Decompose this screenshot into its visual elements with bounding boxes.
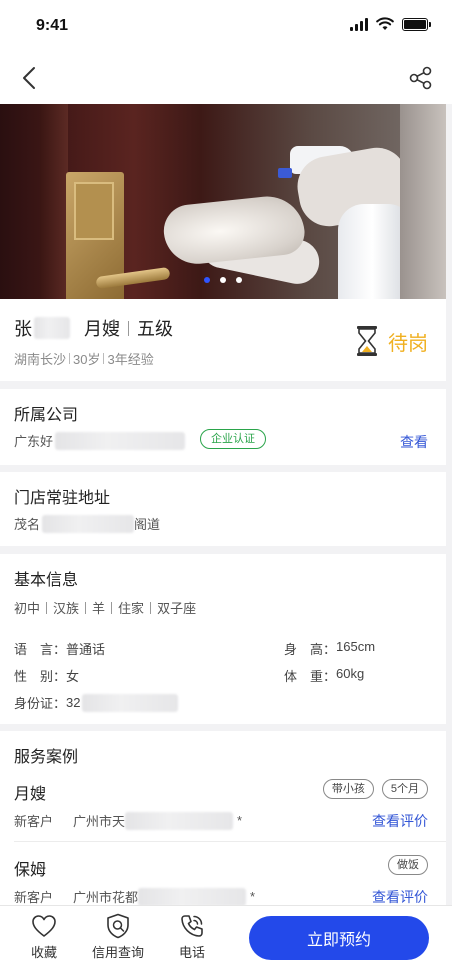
weight-label: 体 重： [284,669,337,684]
language-value: 普通话 [66,642,106,657]
separator [128,320,129,336]
address-prefix: 茂名 [14,517,41,532]
case-address-suffix: * [237,813,243,828]
status-bar: 9:41 [0,0,452,52]
tag-education: 初中 [14,601,41,616]
case-address-suffix: * [250,889,256,904]
gender-label: 性 别： [14,669,67,684]
status-icons [350,17,431,31]
company-section: 所属公司 广东好 企业认证 查看 [0,389,446,465]
phone-button[interactable]: 电话 [162,912,222,961]
profile-role: 月嫂 [84,319,120,339]
favorite-button[interactable]: 收藏 [14,912,74,961]
case-tag: 带小孩 [322,779,374,799]
profile-level: 五级 [137,319,173,339]
blurred-name [34,317,70,339]
address-title: 门店常驻地址 [14,490,111,507]
basic-tags: 初中 汉族 羊 住家 双子座 [14,598,196,617]
availability-status: 待岗 [354,325,428,357]
bottom-action-bar: 收藏 信用查询 电话 立即预约 [0,905,452,966]
profile-card: 张 月嫂 五级 湖南长沙 30岁 3年经验 待岗 [0,299,446,381]
height-row: 身 高： 165cm [284,639,375,658]
carousel-dot[interactable] [204,277,210,283]
case-tag: 5个月 [381,779,428,799]
service-cases-section: 服务案例 月嫂 带小孩 5个月 新客户 广州市天 * 查看评价 保姆 做饭 新客… [0,731,446,931]
gender-value: 女 [66,669,80,684]
blurred-id [82,693,179,712]
id-label: 身份证： [14,696,67,711]
case-address: 广州市花都 [73,890,139,905]
case-tags: 做饭 [388,855,428,875]
store-address-section: 门店常驻地址 茂名 阁道 [0,472,446,546]
weight-value: 60kg [336,666,365,681]
view-review-link[interactable]: 查看评价 [372,811,428,831]
cellular-signal-icon [350,17,368,31]
favorite-label: 收藏 [30,945,57,960]
status-text: 待岗 [388,332,428,355]
profile-meta: 湖南长沙 30岁 3年经验 [14,349,154,368]
id-row: 身份证： 32 [14,693,179,712]
carousel-indicator [0,277,446,283]
language-row: 语 言： 普通话 [14,639,105,658]
address-suffix: 阁道 [134,517,161,532]
weight-row: 体 重： 60kg [284,666,364,685]
carousel-dot[interactable] [236,277,242,283]
shield-icon [107,913,129,939]
tag-zodiac: 羊 [92,601,106,616]
view-review-link[interactable]: 查看评价 [372,887,428,907]
profile-surname: 张 [14,319,32,339]
case-customer: 新客户 [14,814,54,829]
phone-icon [181,915,203,937]
book-now-button[interactable]: 立即预约 [249,916,429,960]
battery-icon [402,17,431,31]
blurred-address [42,514,135,533]
profile-age: 30岁 [73,352,101,367]
address-value: 茂名 阁道 [14,514,160,533]
credit-check-button[interactable]: 信用查询 [88,912,148,961]
language-label: 语 言： [14,642,67,657]
back-icon[interactable] [16,64,44,92]
heart-icon [32,915,56,937]
case-detail-row: 新客户 广州市花都 * [14,887,255,906]
id-value: 32 [66,695,81,710]
case-customer: 新客户 [14,890,54,905]
tag-live-in: 住家 [118,601,145,616]
profile-location: 湖南长沙 [14,352,67,367]
tag-ethnicity: 汉族 [53,601,80,616]
company-name: 广东好 [14,431,186,450]
case-type: 月嫂 [14,786,47,803]
case-detail-row: 新客户 广州市天 * [14,811,242,830]
profile-name-row: 张 月嫂 五级 [14,315,173,341]
basic-info-section: 基本信息 初中 汉族 羊 住家 双子座 语 言： 普通话 身 高： 165cm … [0,554,446,724]
blurred-case-address [125,811,234,830]
credit-check-label: 信用查询 [91,945,144,960]
gender-row: 性 别： 女 [14,666,79,685]
height-value: 165cm [336,639,376,654]
company-name-text: 广东好 [14,434,54,449]
company-title: 所属公司 [14,407,79,424]
case-address: 广州市天 [73,814,126,829]
divider [14,841,446,842]
case-type: 保姆 [14,862,47,879]
status-time: 9:41 [36,17,69,34]
blurred-case-address [138,887,247,906]
tag-constellation: 双子座 [157,601,197,616]
service-cases-title: 服务案例 [14,749,79,766]
hourglass-icon [357,326,377,356]
carousel-dot[interactable] [220,277,226,283]
photo-carousel[interactable] [0,104,446,299]
enterprise-cert-badge: 企业认证 [200,429,266,449]
nav-bar [0,52,452,104]
phone-label: 电话 [178,945,205,960]
height-label: 身 高： [284,642,337,657]
blurred-company [55,431,186,450]
profile-experience: 3年经验 [107,352,154,367]
case-tag: 做饭 [388,855,428,875]
share-icon[interactable] [408,65,434,91]
wifi-icon [376,17,394,30]
case-tags: 带小孩 5个月 [322,779,428,799]
view-company-link[interactable]: 查看 [400,432,428,452]
basic-info-title: 基本信息 [14,572,79,589]
